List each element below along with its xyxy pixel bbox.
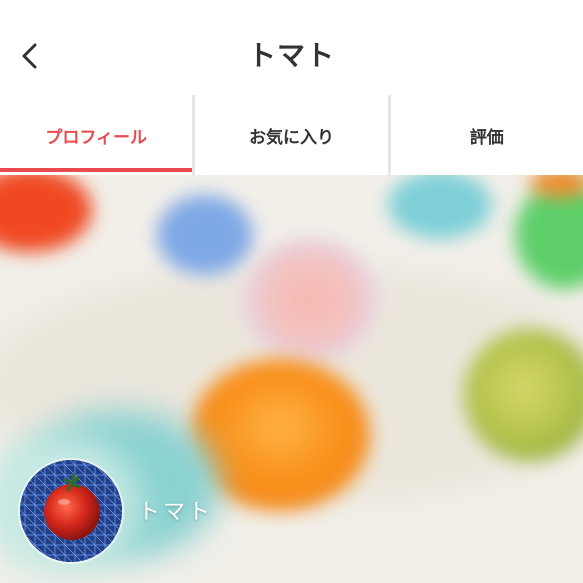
tab-reviews[interactable]: 評価 xyxy=(390,95,583,175)
profile-screen: トマト プロフィール お気に入り 評価 トマト xyxy=(0,0,583,583)
tab-bar: プロフィール お気に入り 評価 xyxy=(0,95,583,175)
header: トマト xyxy=(0,0,583,95)
tab-profile[interactable]: プロフィール xyxy=(0,95,193,175)
tab-favorites[interactable]: お気に入り xyxy=(195,95,388,175)
avatar[interactable] xyxy=(20,460,122,562)
profile-name: トマト xyxy=(138,500,214,525)
page-title: トマト xyxy=(247,39,335,72)
